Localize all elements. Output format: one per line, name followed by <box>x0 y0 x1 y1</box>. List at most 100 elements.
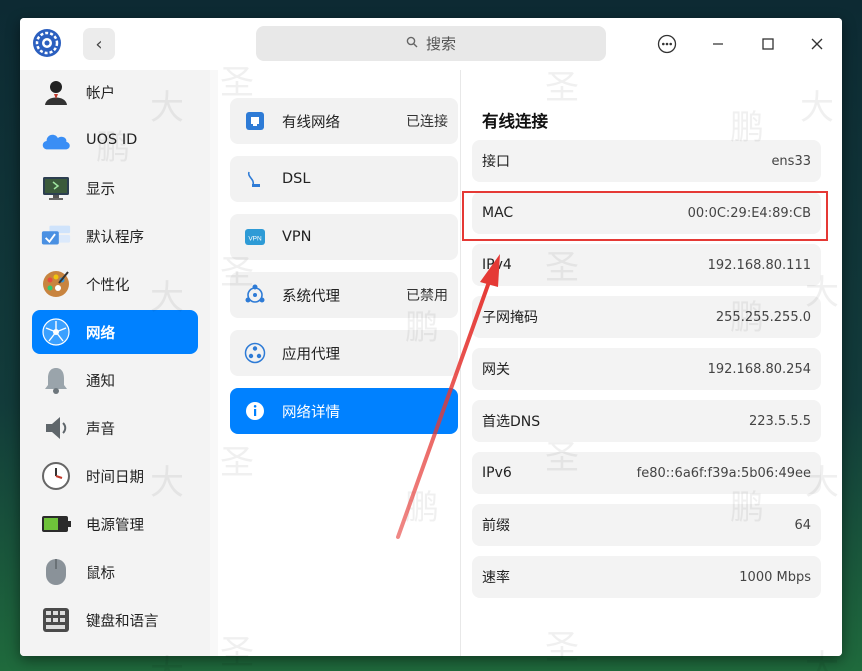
title-bar: ‹ 搜索 <box>20 18 842 70</box>
sidebar-item-keyboard[interactable]: 键盘和语言 <box>32 598 198 642</box>
network-icon <box>40 316 72 348</box>
vpn-icon: VPN <box>244 226 266 248</box>
detail-key: 前缀 <box>482 518 510 534</box>
sidebar-item-label: UOS ID <box>86 132 138 148</box>
detail-row-netmask: 子网掩码 255.255.255.0 <box>472 296 821 338</box>
network-item-label: 有线网络 <box>282 114 340 131</box>
system-proxy-icon <box>244 284 266 306</box>
network-item-app-proxy[interactable]: 应用代理 <box>230 330 458 376</box>
sidebar-item-label: 电源管理 <box>86 517 144 534</box>
control-center-logo-icon <box>32 28 62 58</box>
close-icon <box>811 38 823 50</box>
back-button[interactable]: ‹ <box>83 28 115 60</box>
network-item-wired[interactable]: 有线网络 已连接 <box>230 98 458 144</box>
detail-key: 速率 <box>482 570 510 586</box>
detail-key: 接口 <box>482 154 510 170</box>
display-icon <box>40 172 72 204</box>
default-apps-icon <box>40 220 72 252</box>
proxy-status: 已禁用 <box>406 288 448 304</box>
detail-value: fe80::6a6f:f39a:5b06:49ee <box>636 465 811 481</box>
sidebar-item-label: 键盘和语言 <box>86 613 159 630</box>
detail-value: 223.5.5.5 <box>748 413 811 429</box>
network-item-label: 网络详情 <box>282 404 340 421</box>
network-item-label: 系统代理 <box>282 288 340 305</box>
detail-row-dns: 首选DNS 223.5.5.5 <box>472 400 821 442</box>
mouse-icon <box>40 556 72 588</box>
sidebar-item-datetime[interactable]: 时间日期 <box>32 454 198 498</box>
sidebar: 帐户 UOS ID 显示 默认程序 个性化 网络 通知 声音 时间日期 电源管理… <box>20 70 210 656</box>
sidebar-item-notification[interactable]: 通知 <box>32 358 198 402</box>
info-icon <box>244 400 266 422</box>
control-center-window: ‹ 搜索 帐户 UOS ID 显示 默认程序 个性化 网络 通知 声音 时间日期… <box>20 18 842 656</box>
mac-highlight-box <box>462 191 828 241</box>
detail-value: 192.168.80.254 <box>707 361 811 377</box>
battery-icon <box>40 508 72 540</box>
ethernet-icon <box>244 110 266 132</box>
sidebar-item-label: 默认程序 <box>86 229 144 246</box>
sidebar-item-power[interactable]: 电源管理 <box>32 502 198 546</box>
network-item-label: DSL <box>282 171 311 187</box>
network-details-pane: 有线连接 接口 ens33 MAC 00:0C:29:E4:89:CB IPv4… <box>460 70 842 656</box>
network-item-label: VPN <box>282 229 312 245</box>
detail-row-gateway: 网关 192.168.80.254 <box>472 348 821 390</box>
sidebar-item-display[interactable]: 显示 <box>32 166 198 210</box>
network-category-list: 有线网络 已连接 DSL VPN VPN 系统代理 已禁用 应用代理 网络详情 <box>218 70 460 656</box>
sidebar-item-label: 网络 <box>86 325 115 342</box>
detail-value: 1000 Mbps <box>739 569 811 585</box>
sidebar-item-default-apps[interactable]: 默认程序 <box>32 214 198 258</box>
network-item-details[interactable]: 网络详情 <box>230 388 458 434</box>
svg-text:VPN: VPN <box>248 236 262 243</box>
dsl-icon <box>244 168 266 190</box>
chevron-left-icon: ‹ <box>95 33 103 55</box>
app-proxy-icon <box>244 342 266 364</box>
network-item-system-proxy[interactable]: 系统代理 已禁用 <box>230 272 458 318</box>
detail-value: 192.168.80.111 <box>707 257 811 273</box>
detail-value: 64 <box>794 517 811 533</box>
network-item-label: 应用代理 <box>282 346 340 363</box>
detail-key: 网关 <box>482 362 510 378</box>
cloud-icon <box>40 124 72 156</box>
detail-key: IPv4 <box>482 257 512 273</box>
detail-value: ens33 <box>771 153 811 169</box>
sidebar-item-label: 显示 <box>86 181 115 198</box>
keyboard-icon <box>40 604 72 636</box>
clock-icon <box>40 460 72 492</box>
search-placeholder: 搜索 <box>425 35 456 53</box>
detail-key: 子网掩码 <box>482 310 538 326</box>
close-button[interactable] <box>805 32 829 56</box>
sidebar-item-label: 时间日期 <box>86 469 144 486</box>
detail-value: 255.255.255.0 <box>715 309 811 325</box>
more-options-icon <box>657 34 677 54</box>
detail-row-interface: 接口 ens33 <box>472 140 821 182</box>
sidebar-item-label: 声音 <box>86 421 115 438</box>
sidebar-item-mouse[interactable]: 鼠标 <box>32 550 198 594</box>
sidebar-item-label: 帐户 <box>86 85 115 102</box>
sidebar-item-network[interactable]: 网络 <box>32 310 198 354</box>
main-menu-button[interactable] <box>655 32 679 56</box>
detail-row-ipv4: IPv4 192.168.80.111 <box>472 244 821 286</box>
network-item-vpn[interactable]: VPN VPN <box>230 214 458 260</box>
sidebar-item-personalization[interactable]: 个性化 <box>32 262 198 306</box>
connection-title: 有线连接 <box>482 112 548 131</box>
palette-icon <box>40 268 72 300</box>
sidebar-item-sound[interactable]: 声音 <box>32 406 198 450</box>
detail-row-prefix: 前缀 64 <box>472 504 821 546</box>
sidebar-item-uos-id[interactable]: UOS ID <box>32 118 198 162</box>
network-item-dsl[interactable]: DSL <box>230 156 458 202</box>
minimize-icon <box>713 43 723 45</box>
sidebar-item-account[interactable]: 帐户 <box>32 70 198 114</box>
maximize-icon <box>762 38 774 50</box>
sidebar-item-label: 鼠标 <box>86 565 115 582</box>
search-input[interactable]: 搜索 <box>256 26 606 61</box>
user-account-icon <box>40 76 72 108</box>
detail-key: 首选DNS <box>482 414 541 430</box>
search-icon <box>406 36 418 52</box>
minimize-button[interactable] <box>706 32 730 56</box>
maximize-button[interactable] <box>756 32 780 56</box>
bell-icon <box>40 364 72 396</box>
connection-status: 已连接 <box>406 114 448 130</box>
speaker-icon <box>40 412 72 444</box>
sidebar-item-label: 个性化 <box>86 277 130 294</box>
sidebar-item-label: 通知 <box>86 373 115 390</box>
detail-key: IPv6 <box>482 465 512 481</box>
